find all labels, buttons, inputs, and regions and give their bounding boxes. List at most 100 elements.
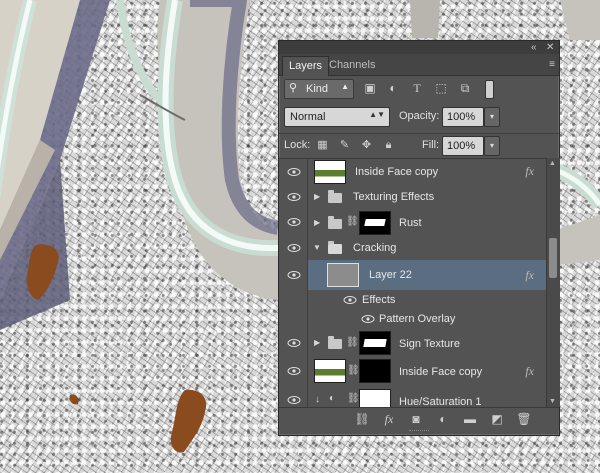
chevron-down-icon: ▲▼ <box>369 110 385 119</box>
opacity-value: 100% <box>447 111 476 123</box>
fx-badge[interactable]: fx <box>525 164 534 179</box>
layers-list[interactable]: Inside Face copy fx ▶ Texturing Effects … <box>279 158 546 408</box>
group-row[interactable]: ▶ ⛓ Sign Texture <box>279 329 546 357</box>
filter-toggle-switch[interactable] <box>485 80 494 99</box>
expand-triangle-icon[interactable]: ▶ <box>314 218 320 227</box>
layer-mask-thumbnail[interactable] <box>359 211 391 235</box>
group-name[interactable]: Texturing Effects <box>353 191 434 203</box>
layer-filter-row: ⚲ Kind ▲ ▣ ◐ T ⬚ ⧉ <box>279 77 559 101</box>
open-folder-icon <box>328 241 342 254</box>
eye-icon[interactable] <box>287 243 301 253</box>
fx-icon[interactable]: fx <box>381 412 397 427</box>
adjustment-layer-icon[interactable]: ◐ <box>435 412 451 426</box>
folder-icon <box>328 216 342 229</box>
eye-icon[interactable] <box>287 395 301 405</box>
link-icon: ⛓ <box>347 365 360 376</box>
double-chevron-left-icon[interactable]: « <box>531 41 537 54</box>
pixel-filter-icon[interactable]: ▣ <box>363 81 377 95</box>
lock-position-icon[interactable]: ✥ <box>360 139 373 152</box>
lock-transparent-pixels-icon[interactable]: ▦ <box>316 139 329 152</box>
shape-filter-icon[interactable]: ⬚ <box>434 81 448 95</box>
visibility-column <box>279 290 308 309</box>
layer-mask-thumbnail[interactable] <box>359 359 391 383</box>
tab-channels[interactable]: Channels <box>323 56 381 75</box>
lock-all-icon[interactable]: 🔒︎ <box>382 139 395 152</box>
layer-name[interactable]: Inside Face copy <box>399 366 482 378</box>
type-filter-icon[interactable]: T <box>410 81 424 95</box>
effects-row[interactable]: Effects <box>279 290 546 309</box>
adjustment-icon: ◐ <box>329 393 336 404</box>
scroll-up-icon[interactable]: ▲ <box>549 160 556 167</box>
expand-triangle-icon[interactable]: ▶ <box>314 338 320 347</box>
blend-mode-select[interactable]: Normal ▲▼ <box>284 107 390 127</box>
stepper-arrows-icon: ▲ <box>341 82 349 91</box>
adjustment-filter-icon[interactable]: ◐ <box>386 81 400 95</box>
opacity-field[interactable]: 100% <box>442 107 484 127</box>
group-row[interactable]: ▶ Texturing Effects <box>279 184 546 210</box>
fill-value: 100% <box>447 140 476 152</box>
fill-dropdown-button[interactable]: ▾ <box>484 136 500 156</box>
group-name[interactable]: Sign Texture <box>399 338 460 350</box>
opacity-dropdown-button[interactable]: ▾ <box>484 107 500 127</box>
tab-layers[interactable]: Layers <box>282 56 330 76</box>
group-row[interactable]: ▼ Cracking <box>279 235 546 261</box>
layers-bottom-toolbar: ⛓ fx ◙ ◐ ▬ ◩ 🗑︎ <box>279 407 559 430</box>
effect-name[interactable]: Pattern Overlay <box>379 313 455 325</box>
eye-icon[interactable] <box>287 366 301 376</box>
new-group-icon[interactable]: ▬ <box>462 412 478 426</box>
layer-row[interactable]: Inside Face copy fx <box>279 159 546 185</box>
panel-menu-icon[interactable]: ≡ <box>549 59 555 70</box>
add-mask-icon[interactable]: ◙ <box>408 412 424 426</box>
visibility-column <box>279 309 308 329</box>
opacity-label: Opacity: <box>399 110 440 122</box>
close-icon[interactable]: ✕ <box>546 41 554 54</box>
lock-image-pixels-icon[interactable]: ✎ <box>338 139 351 152</box>
layer-name[interactable]: Layer 22 <box>369 269 412 281</box>
fill-label: Fill: <box>422 139 440 151</box>
layer-thumbnail[interactable] <box>314 359 346 383</box>
resize-grip[interactable] <box>409 430 429 434</box>
eye-icon[interactable] <box>361 314 375 324</box>
smart-object-filter-icon[interactable]: ⧉ <box>458 81 472 95</box>
filter-kind-label: Kind <box>306 83 329 95</box>
blend-mode-value: Normal <box>290 111 326 123</box>
adjustment-layer-row[interactable]: ↓ ◐ ⛓ Hue/Saturation 1 <box>279 386 546 408</box>
eye-icon[interactable] <box>287 338 301 348</box>
group-row[interactable]: ▶ ⛓ Rust <box>279 209 546 236</box>
fx-badge[interactable]: fx <box>525 268 534 283</box>
fx-badge[interactable]: fx <box>525 364 534 379</box>
effects-label[interactable]: Effects <box>362 294 395 306</box>
blend-row: Normal ▲▼ Opacity: 100% ▾ <box>279 105 559 129</box>
layer-name[interactable]: Inside Face copy <box>355 166 438 178</box>
layers-scrollbar[interactable]: ▲ ▼ <box>546 158 560 407</box>
panel-tabs: Layers Channels ≡ <box>279 54 559 76</box>
link-icon: ⛓ <box>346 216 359 227</box>
eye-icon[interactable] <box>287 192 301 202</box>
eye-icon[interactable] <box>287 167 301 177</box>
group-name[interactable]: Rust <box>399 217 422 229</box>
layer-row-selected[interactable]: Layer 22 fx <box>279 260 546 291</box>
layer-mask-thumbnail[interactable] <box>359 331 391 355</box>
new-layer-icon[interactable]: ◩ <box>489 412 505 426</box>
folder-icon <box>328 336 342 349</box>
scroll-down-icon[interactable]: ▼ <box>549 398 556 405</box>
collapse-triangle-icon[interactable]: ▼ <box>313 243 321 252</box>
link-layers-icon[interactable]: ⛓ <box>354 412 370 426</box>
layer-thumbnail[interactable] <box>327 263 359 287</box>
layer-mask-thumbnail[interactable] <box>359 389 391 408</box>
trash-icon[interactable]: 🗑︎ <box>516 412 532 426</box>
layers-panel: « ✕ Layers Channels ≡ ⚲ Kind ▲ ▣ ◐ T ⬚ ⧉… <box>278 40 560 436</box>
layer-row[interactable]: ⛓ Inside Face copy fx <box>279 356 546 387</box>
eye-icon[interactable] <box>287 270 301 280</box>
scrollbar-thumb[interactable] <box>549 238 557 278</box>
effect-row[interactable]: Pattern Overlay <box>279 309 546 330</box>
group-name[interactable]: Cracking <box>353 242 396 254</box>
filter-kind-select[interactable]: ⚲ Kind ▲ <box>284 79 354 99</box>
expand-triangle-icon[interactable]: ▶ <box>314 192 320 201</box>
link-icon: ⛓ <box>346 337 359 348</box>
fill-field[interactable]: 100% <box>442 136 484 156</box>
layer-thumbnail[interactable] <box>314 160 346 184</box>
eye-icon[interactable] <box>343 295 357 305</box>
panel-title-bar[interactable]: « ✕ <box>279 41 559 54</box>
eye-icon[interactable] <box>287 217 301 227</box>
